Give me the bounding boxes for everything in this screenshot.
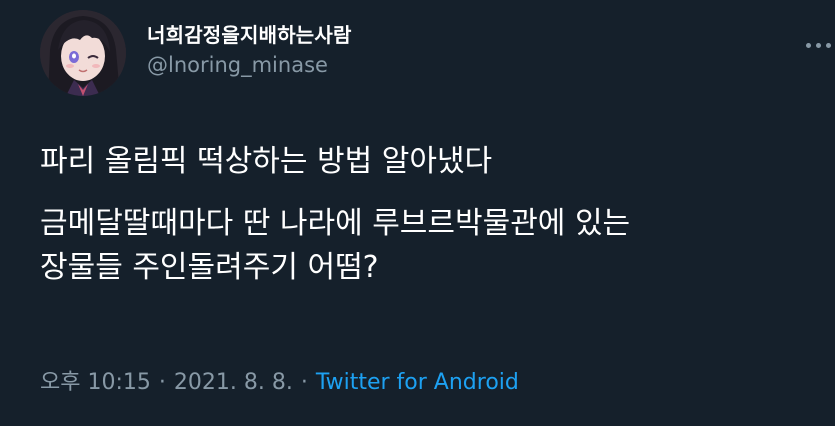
display-name[interactable]: 너희감정을지배하는사람: [147, 22, 352, 48]
tweet-header: 너희감정을지배하는사람 @lnoring_minase: [40, 10, 831, 100]
meta-separator: ·: [300, 370, 308, 395]
user-handle[interactable]: @lnoring_minase: [147, 50, 352, 80]
tweet: 너희감정을지배하는사람 @lnoring_minase 파리 올림픽 떡상하는 …: [0, 0, 835, 426]
tweet-time[interactable]: 오후 10:15: [40, 370, 151, 395]
tweet-date[interactable]: 2021. 8. 8.: [174, 370, 293, 395]
user-names: 너희감정을지배하는사람 @lnoring_minase: [147, 22, 352, 80]
tweet-meta: 오후 10:15 · 2021. 8. 8. · Twitter for Android: [40, 368, 519, 398]
more-dot: [815, 42, 821, 48]
more-dot: [805, 42, 811, 48]
more-horizontal-icon[interactable]: [800, 36, 835, 54]
tweet-paragraph-2: 금메달딸때마다 딴 나라에 루브르박물관에 있는 장물들 주인돌려주기 어떰?: [40, 206, 631, 285]
more-dot: [825, 42, 831, 48]
tweet-text: 파리 올림픽 떡상하는 방법 알아냈다 금메달딸때마다 딴 나라에 루브르박물관…: [40, 140, 810, 308]
avatar[interactable]: [40, 10, 126, 96]
tweet-paragraph-1: 파리 올림픽 떡상하는 방법 알아냈다: [40, 144, 493, 179]
tweet-source-link[interactable]: Twitter for Android: [316, 370, 519, 395]
meta-separator: ·: [158, 370, 166, 395]
